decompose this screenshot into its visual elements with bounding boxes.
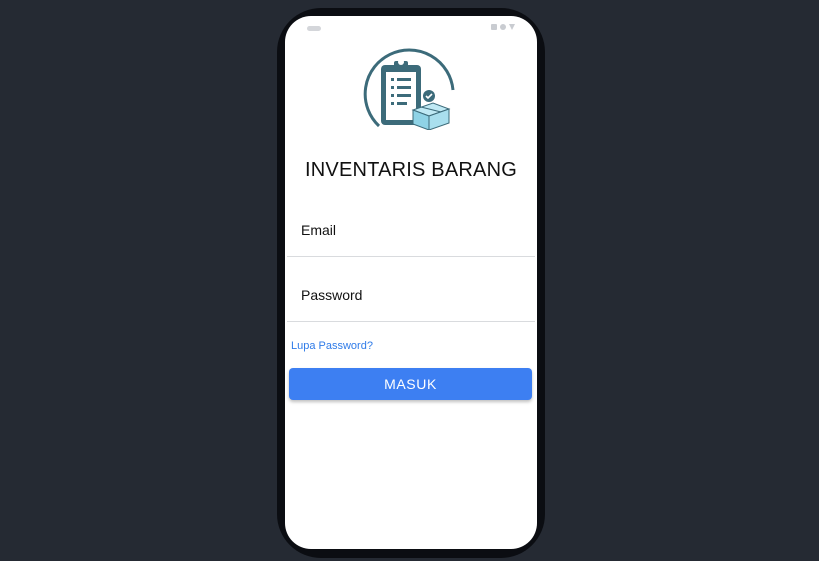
email-input[interactable] <box>301 222 521 238</box>
clipboard-box-icon <box>363 48 455 130</box>
signal-icon <box>491 24 497 30</box>
email-field[interactable] <box>287 206 535 257</box>
password-field[interactable] <box>287 271 535 322</box>
battery-icon <box>500 24 506 30</box>
status-icons <box>491 24 515 30</box>
forgot-password-link[interactable]: Lupa Password? <box>291 340 373 352</box>
password-input[interactable] <box>301 287 521 303</box>
stage: INVENTARIS BARANG Lupa Password? MASUK <box>0 0 819 561</box>
status-pill-icon <box>307 26 321 31</box>
app-title: INVENTARIS BARANG <box>305 159 517 181</box>
phone-screen: INVENTARIS BARANG Lupa Password? MASUK <box>285 16 537 549</box>
status-bar <box>285 16 537 40</box>
login-button[interactable]: MASUK <box>289 368 532 400</box>
wifi-icon <box>509 24 515 30</box>
